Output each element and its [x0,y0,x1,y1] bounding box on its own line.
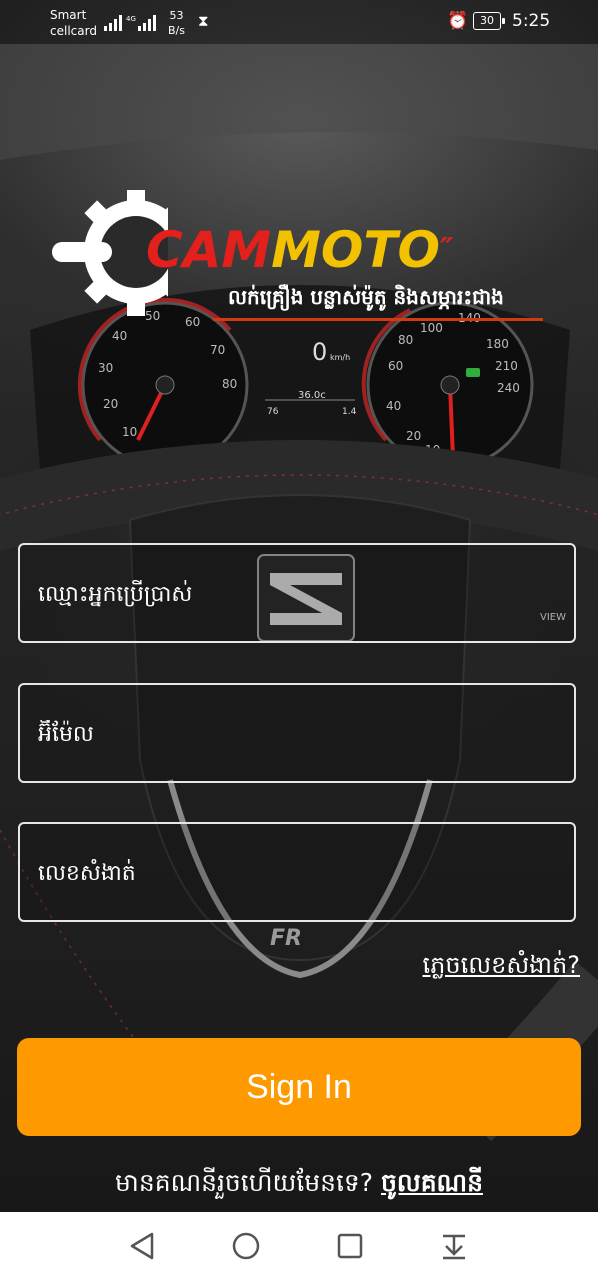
notification-pull-icon [443,1234,465,1260]
gauge-tick: 240 [497,381,520,395]
temperature: 36.0c [298,390,326,401]
back-button[interactable] [122,1228,162,1264]
alarm-icon: ⏰ [447,11,469,31]
login-link[interactable]: ចូលគណនី [381,1168,483,1197]
svg-text:FR: FR [270,926,302,951]
network-type: 4G [126,15,136,23]
gauge-tick: 40 [386,399,401,413]
password-field[interactable] [18,822,576,922]
trip-b: 1.4 [342,407,357,417]
gauge-tick: 40 [112,329,127,343]
signal-icon: 4G [104,15,156,31]
gauge-tick: 30 [98,361,113,375]
email-input[interactable] [36,685,560,783]
email-field[interactable] [18,683,576,783]
tagline-underline [213,318,543,321]
gauge-tick: 20 [103,397,118,411]
brand-cam: CAM [146,221,272,279]
home-button[interactable] [226,1228,266,1264]
gauge-tick: 10 [122,425,137,439]
back-triangle-icon [130,1232,154,1260]
carrier-name: Smart cellcard [50,7,97,39]
gauge-tick: 210 [495,359,518,373]
login-screen: 10 20 30 40 50 60 70 80 10 20 40 60 80 1 [0,0,598,1280]
hourglass-icon: ⧗ [198,12,209,30]
recents-square-icon [337,1233,363,1259]
gauge-tick: 180 [486,337,509,351]
username-input[interactable] [36,545,560,643]
cammoto-logo: CAMMOTO″ លក់គ្រឿង បន្លាស់ម៉ូតូ និងសម្ភារ… [48,190,558,330]
gauge-tick: 60 [388,359,403,373]
sign-in-button[interactable]: Sign In [17,1038,581,1136]
carrier-line-2: cellcard [50,24,97,38]
digital-speed: 0 [312,338,327,366]
have-account-text: មានគណនីរួចហើយមែនទេ? [115,1168,382,1197]
notification-button[interactable] [434,1228,474,1264]
gauge-tick: 80 [398,333,413,347]
home-circle-icon [232,1232,260,1260]
login-prompt: មានគណនីរួចហើយមែនទេ? ចូលគណនី [0,1168,598,1204]
gauge-tick: 80 [222,377,237,391]
brand-name: CAMMOTO″ [146,221,454,279]
battery-icon: 30 [473,12,505,30]
forgot-password-link[interactable]: ភ្លេចលេខសំងាត់? [423,950,580,985]
username-field[interactable] [18,543,576,643]
digital-unit: km/h [330,353,350,362]
gauge-tick: 70 [210,343,225,357]
trip-a: 76 [267,407,279,417]
status-bar: Smart cellcard 4G 53 B/s ⧗ ⏰ 30 5:25 [0,0,598,44]
speed-value: 53 [169,9,184,22]
password-input[interactable] [36,824,560,922]
clock: 5:25 [512,11,551,31]
brand-tagline: លក់គ្រឿង បន្លាស់ម៉ូតូ និងសម្ភារះជាង [228,285,504,309]
navigation-bar [0,1212,598,1280]
gauge-tick: 20 [406,429,421,443]
network-speed: 53 B/s [168,8,185,38]
carrier-line-1: Smart [50,8,87,22]
speed-unit: B/s [168,24,185,37]
brand-moto: MOTO [271,221,441,279]
recents-button[interactable] [330,1228,370,1264]
